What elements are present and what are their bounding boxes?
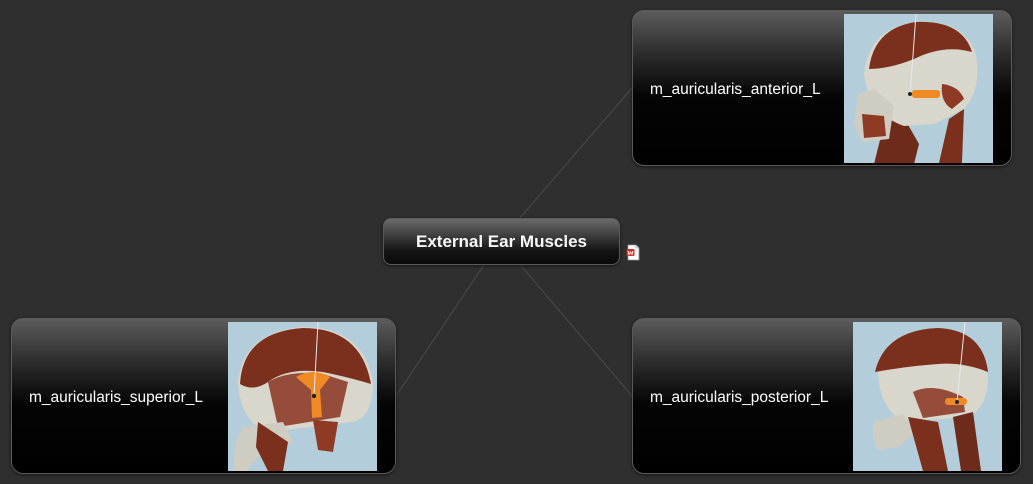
skull-superior-muscle-thumbnail bbox=[228, 322, 377, 471]
subtopic-label-superior: m_auricularis_superior_L bbox=[29, 389, 204, 406]
central-topic-label: External Ear Muscles bbox=[415, 232, 588, 251]
subtopic-label-posterior: m_auricularis_posterior_L bbox=[650, 389, 829, 406]
subtopic-label-anterior: m_auricularis_anterior_L bbox=[650, 81, 821, 98]
subtopic-node-anterior[interactable]: m_auricularis_anterior_L bbox=[632, 10, 1012, 166]
subtopic-node-superior[interactable]: m_auricularis_superior_L bbox=[11, 318, 396, 474]
subtopic-node-posterior[interactable]: m_auricularis_posterior_L bbox=[632, 318, 1021, 474]
skull-posterior-muscle-thumbnail bbox=[853, 322, 1002, 471]
document-attachment-icon[interactable] bbox=[626, 244, 641, 261]
central-topic-node[interactable]: External Ear Muscles bbox=[383, 218, 620, 265]
skull-anterior-muscle-thumbnail bbox=[844, 14, 993, 163]
